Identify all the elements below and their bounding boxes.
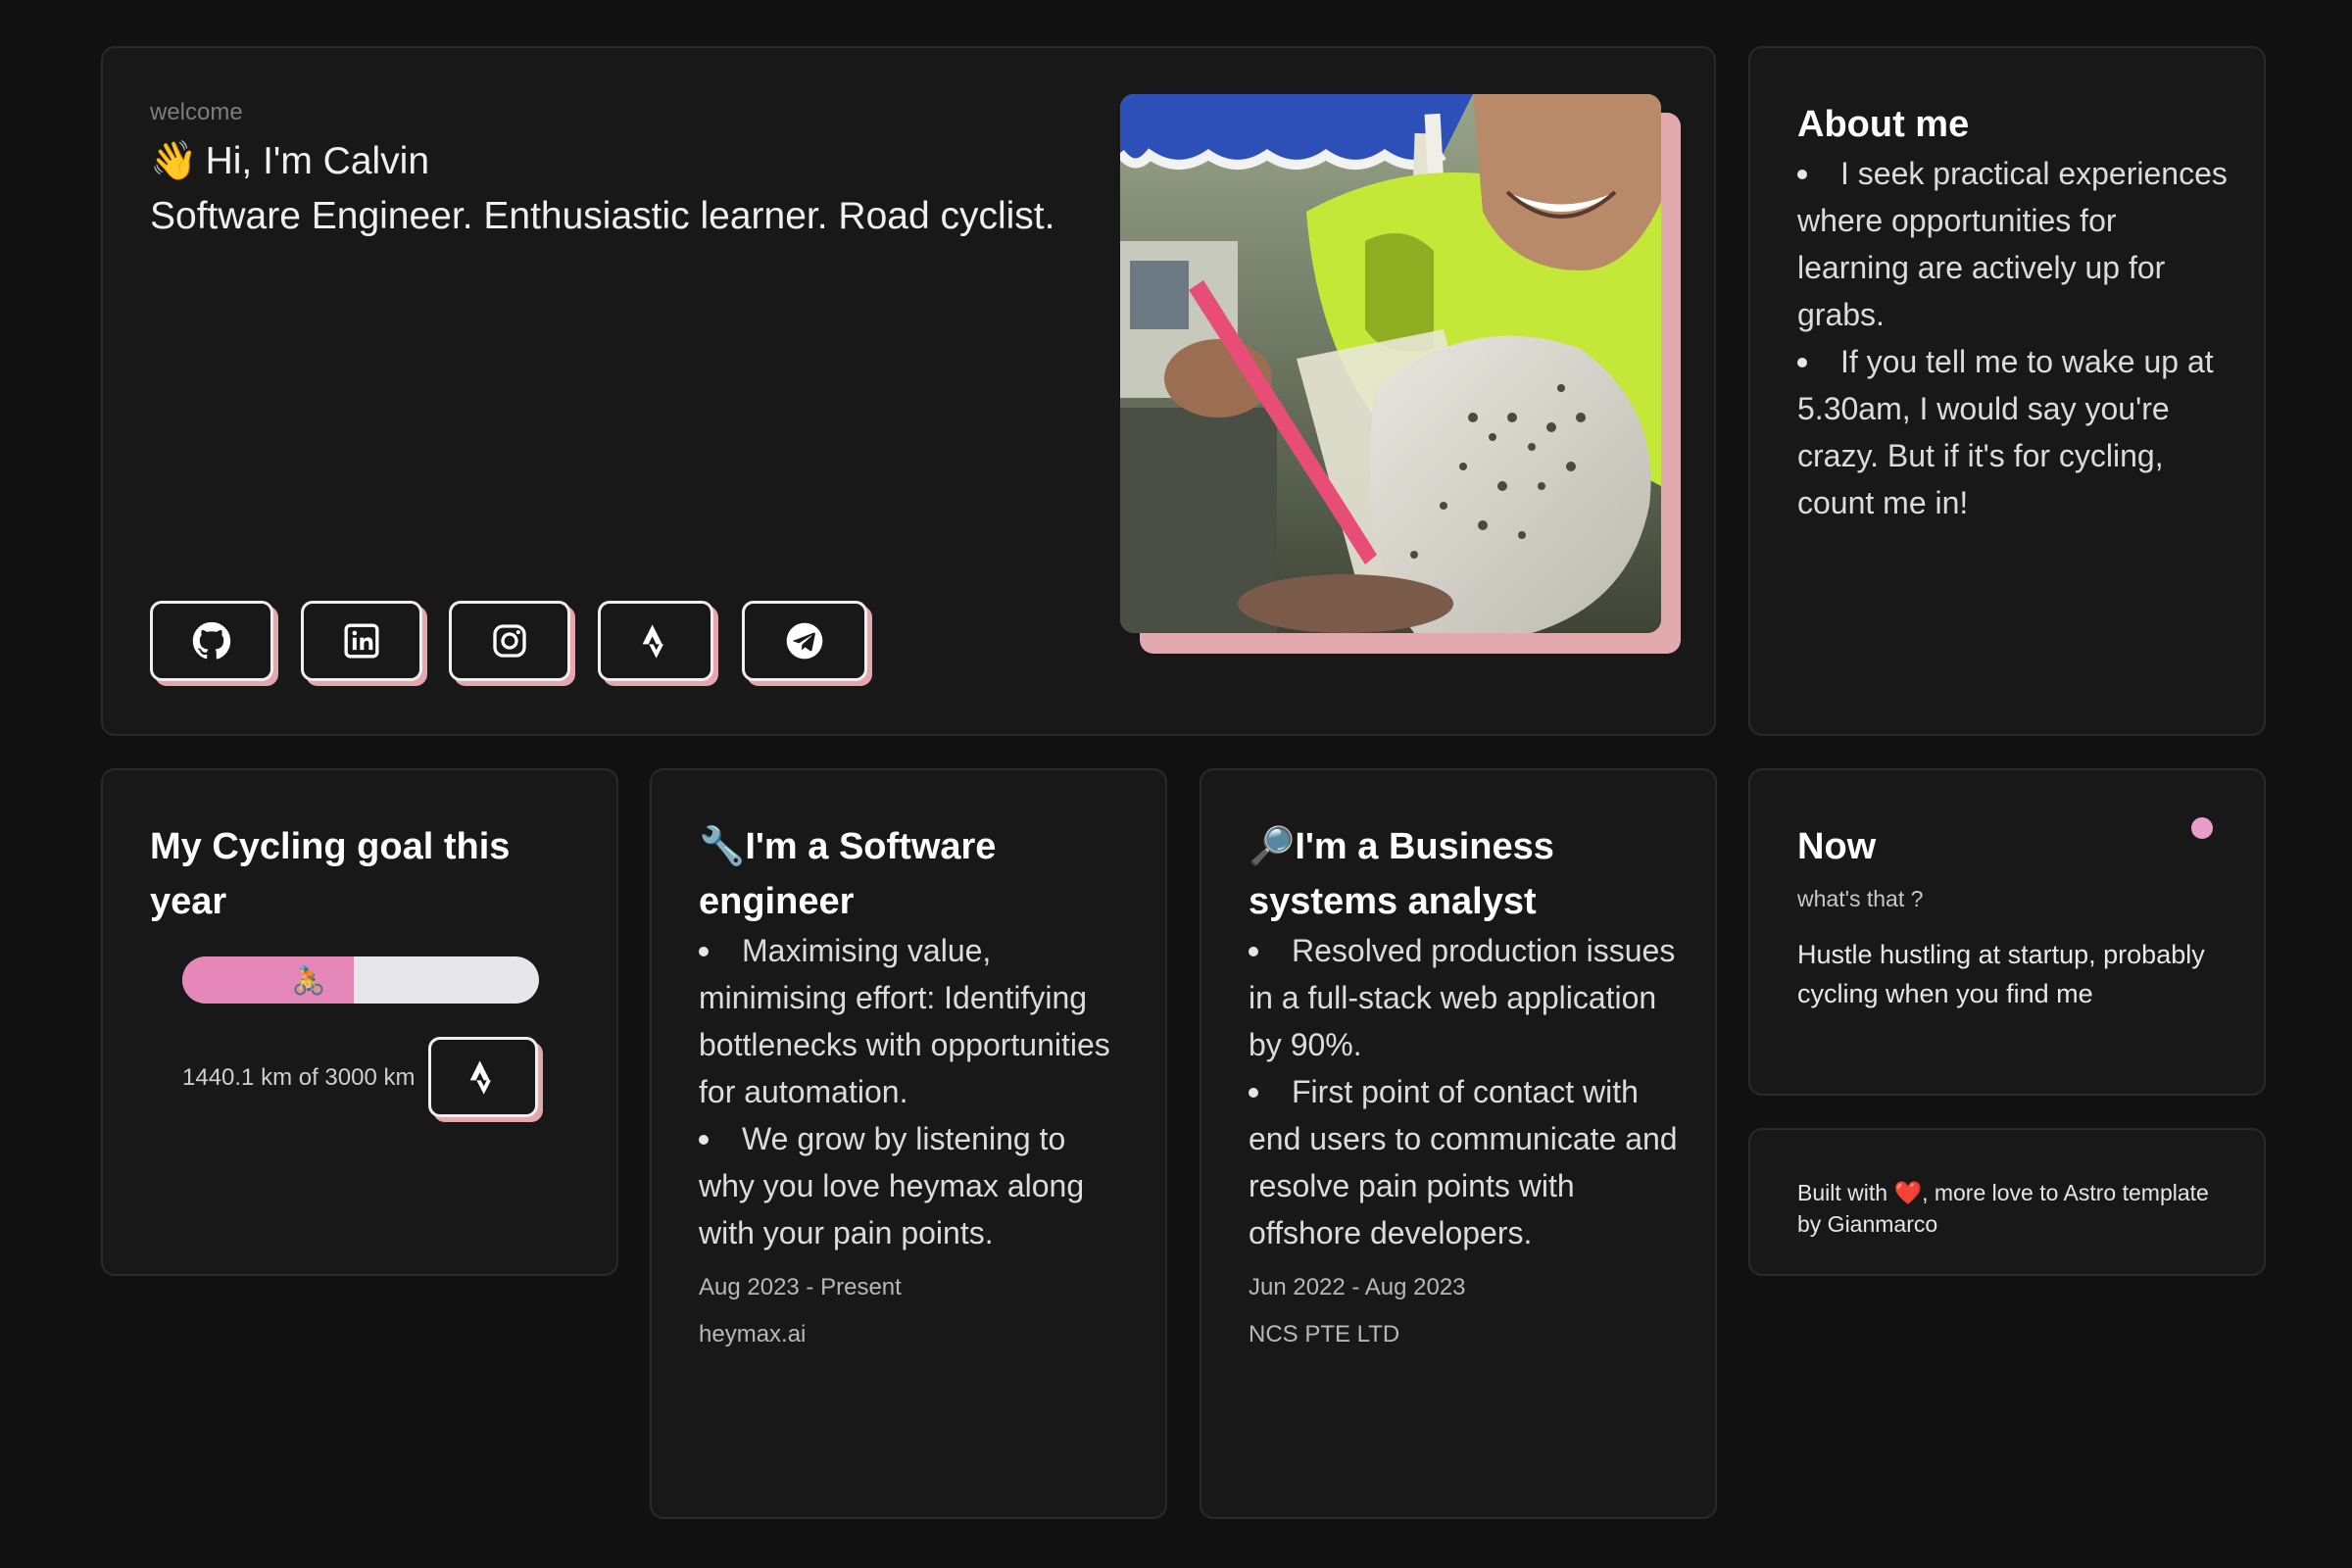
hero-card: welcome 👋 Hi, I'm Calvin Software Enginee… (101, 46, 1716, 736)
github-icon (192, 621, 231, 660)
business-analyst-card: 🔎I'm a Business systems analyst Resolved… (1200, 768, 1717, 1519)
business-analyst-title: 🔎I'm a Business systems analyst (1249, 819, 1680, 929)
cycling-goal-title: My Cycling goal this year (150, 826, 511, 922)
experience-dates: Jun 2022 - Aug 2023 (1249, 1274, 1466, 1300)
footer-text: Built with ❤️, more love to Astro templa… (1797, 1177, 2209, 1240)
about-list: I seek practical experiences where oppor… (1797, 150, 2229, 526)
software-engineer-card: 🔧I'm a Software engineer Maximising valu… (650, 768, 1167, 1519)
magnifier-icon: 🔎 (1249, 826, 1296, 867)
software-engineer-list: Maximising value, minimising effort: Ide… (699, 927, 1130, 1256)
telegram-button[interactable] (742, 601, 867, 681)
cyclist-photo-illustration (1120, 94, 1661, 633)
linkedin-button[interactable] (301, 601, 422, 681)
now-subtitle: what's that ? (1797, 886, 1924, 911)
business-analyst-list: Resolved production issues in a full-sta… (1249, 927, 1680, 1256)
welcome-label: welcome (150, 99, 243, 125)
experience-item: Resolved production issues in a full-sta… (1249, 927, 1680, 1068)
about-item: If you tell me to wake up at 5.30am, I w… (1797, 338, 2229, 526)
instagram-icon (493, 624, 526, 658)
strava-icon (469, 1060, 491, 1095)
experience-item: We grow by listening to why you love hey… (699, 1115, 1130, 1256)
wave-emoji: 👋 (150, 140, 198, 182)
telegram-icon (786, 622, 823, 660)
now-title: Now (1797, 826, 1877, 867)
experience-company: heymax.ai (699, 1321, 807, 1348)
profile-photo (1120, 94, 1661, 633)
strava-activity-button[interactable] (428, 1037, 538, 1117)
now-text: Hustle hustling at startup, probably cyc… (1797, 940, 2205, 1008)
wrench-icon: 🔧 (699, 826, 746, 867)
experience-company: NCS PTE LTD (1249, 1321, 1400, 1348)
greeting-text: Hi, I'm Calvin (205, 140, 430, 182)
footer-prefix: Built with (1797, 1180, 1888, 1205)
github-button[interactable] (150, 601, 273, 681)
linkedin-icon (344, 623, 379, 659)
footer-card: Built with ❤️, more love to Astro templa… (1748, 1128, 2266, 1276)
experience-item: Maximising value, minimising effort: Ide… (699, 927, 1130, 1115)
cycling-progress-fill: 🚴 (182, 956, 354, 1004)
about-title: About me (1797, 104, 1970, 145)
strava-icon (642, 624, 663, 659)
business-analyst-title-text: I'm a Business systems analyst (1249, 826, 1554, 922)
now-card: Now what's that ? Hustle hustling at sta… (1748, 768, 2266, 1096)
instagram-button[interactable] (449, 601, 570, 681)
tagline: Software Engineer. Enthusiastic learner.… (150, 195, 1055, 237)
cycling-goal-card: My Cycling goal this year 🚴 1440.1 km of… (101, 768, 618, 1276)
cycling-distance: 1440.1 km of 3000 km (182, 1064, 416, 1091)
experience-item: First point of contact with end users to… (1249, 1068, 1680, 1256)
experience-dates: Aug 2023 - Present (699, 1274, 902, 1300)
about-item: I seek practical experiences where oppor… (1797, 150, 2229, 338)
greeting: 👋 Hi, I'm Calvin (150, 138, 429, 183)
software-engineer-title: 🔧I'm a Software engineer (699, 819, 1130, 929)
strava-button[interactable] (598, 601, 713, 681)
heart-icon: ❤️ (1893, 1180, 1923, 1205)
cyclist-icon: 🚴 (291, 964, 326, 996)
cycling-progress-bar: 🚴 (182, 956, 539, 1004)
status-dot (2191, 817, 2213, 839)
about-card: About me I seek practical experiences wh… (1748, 46, 2266, 736)
